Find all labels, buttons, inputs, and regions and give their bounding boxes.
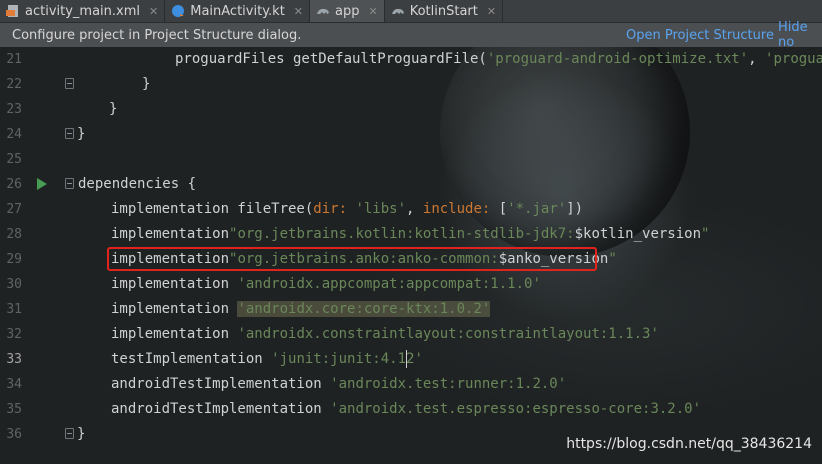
line-number: 25 (6, 152, 22, 167)
tab-label: activity_main.xml (25, 3, 141, 19)
line-number: 32 (6, 327, 22, 342)
tab-app[interactable]: app ✕ (310, 0, 385, 22)
line-number: 22 (6, 77, 22, 92)
code-text: implementation 'androidx.constraintlayou… (111, 326, 659, 342)
line-number: 26 (6, 177, 22, 192)
code-text: androidTestImplementation 'androidx.test… (111, 376, 567, 392)
tab-activity-main-xml[interactable]: activity_main.xml ✕ (0, 0, 166, 22)
code-line: 21 proguardFiles getDefaultProguardFile(… (0, 47, 822, 72)
line-number: 34 (6, 377, 22, 392)
search-highlight: 'androidx.core:core-ktx:1.0.2' (237, 301, 491, 317)
banner-message: Configure project in Project Structure d… (12, 27, 302, 43)
xml-file-icon (6, 5, 18, 17)
line-number: 30 (6, 277, 22, 292)
code-text: } (77, 426, 86, 442)
line-number: 24 (6, 127, 22, 142)
line-number: 27 (6, 202, 22, 217)
code-text: } (77, 126, 86, 142)
text-caret (406, 350, 407, 368)
code-line: 34 androidTestImplementation 'androidx.t… (0, 372, 822, 397)
line-number: 28 (6, 227, 22, 242)
line-number: 33 (6, 352, 22, 367)
code-line: 26 dependencies { (0, 172, 822, 197)
code-editor[interactable]: 21 proguardFiles getDefaultProguardFile(… (0, 47, 822, 464)
code-text: } (109, 101, 118, 117)
line-number: 35 (6, 402, 22, 417)
code-text: proguardFiles getDefaultProguardFile('pr… (175, 51, 822, 67)
kotlin-class-icon (172, 5, 185, 17)
code-line: 35 androidTestImplementation 'androidx.t… (0, 397, 822, 422)
fold-icon[interactable] (65, 428, 74, 439)
close-icon[interactable]: ✕ (294, 5, 303, 18)
code-text: implementation fileTree(dir: 'libs', inc… (111, 201, 584, 217)
line-number: 31 (6, 302, 22, 317)
code-text: dependencies { (78, 176, 197, 192)
watermark-text: https://blog.csdn.net/qq_38436214 (566, 436, 812, 452)
close-icon[interactable]: ✕ (149, 5, 158, 18)
tab-label: KotlinStart (409, 3, 478, 19)
code-line: 24 } (0, 122, 822, 147)
close-icon[interactable]: ✕ (369, 5, 378, 18)
code-text: } (142, 76, 151, 92)
code-line: 22 } (0, 72, 822, 97)
tab-label: MainActivity.kt (190, 3, 285, 19)
code-line-current: 33 testImplementation 'junit:junit:4.12' (0, 347, 822, 372)
code-line: 27 implementation fileTree(dir: 'libs', … (0, 197, 822, 222)
fold-icon[interactable] (65, 128, 74, 139)
run-gutter-icon[interactable] (37, 178, 47, 190)
gradle-icon (317, 8, 330, 14)
code-line: 30 implementation 'androidx.appcompat:ap… (0, 272, 822, 297)
line-number: 23 (6, 102, 22, 117)
code-line: 23 } (0, 97, 822, 122)
code-line: 31 implementation 'androidx.core:core-kt… (0, 297, 822, 322)
close-icon[interactable]: ✕ (487, 5, 496, 18)
line-number: 21 (6, 52, 22, 67)
gradle-icon (391, 8, 404, 14)
hide-notification-link[interactable]: Hide no (778, 20, 822, 50)
code-text: testImplementation 'junit:junit:4.12' (111, 351, 423, 367)
tab-main-activity-kt[interactable]: MainActivity.kt ✕ (165, 0, 311, 22)
fold-icon[interactable] (65, 78, 74, 89)
code-text: implementation 'androidx.core:core-ktx:1… (111, 301, 491, 317)
annotation-highlight-box (107, 247, 597, 271)
code-line: 25 (0, 147, 822, 172)
project-structure-banner: Configure project in Project Structure d… (0, 20, 822, 50)
fold-icon[interactable] (65, 178, 74, 189)
editor-tab-bar: activity_main.xml ✕ MainActivity.kt ✕ ap… (0, 0, 822, 23)
open-project-structure-link[interactable]: Open Project Structure (626, 28, 774, 43)
code-line: 32 implementation 'androidx.constraintla… (0, 322, 822, 347)
tab-label: app (335, 3, 360, 19)
code-text: implementation 'androidx.appcompat:appco… (111, 276, 541, 292)
line-number: 36 (6, 427, 22, 442)
code-text: androidTestImplementation 'androidx.test… (111, 401, 702, 417)
code-line: 28 implementation"org.jetbrains.kotlin:k… (0, 222, 822, 247)
code-text: implementation"org.jetbrains.kotlin:kotl… (111, 226, 710, 242)
tab-kotlinstart[interactable]: KotlinStart ✕ (385, 0, 504, 22)
line-number: 29 (6, 252, 22, 267)
